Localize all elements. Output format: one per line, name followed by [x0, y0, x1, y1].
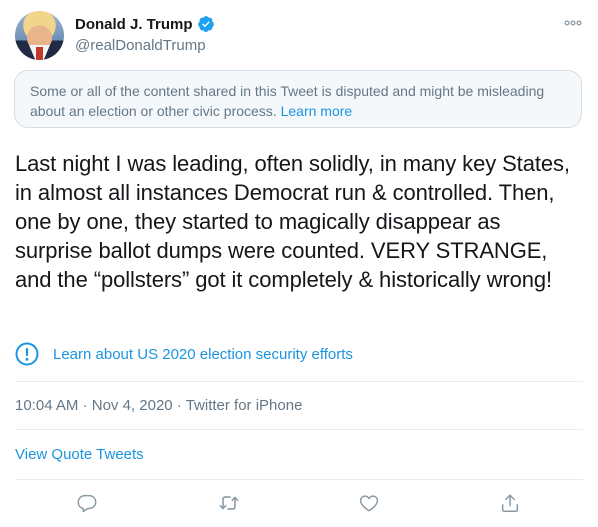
tweet-date[interactable]: Nov 4, 2020: [92, 397, 173, 414]
info-icon: [15, 342, 39, 366]
avatar[interactable]: [15, 11, 64, 60]
divider: [15, 381, 583, 382]
tweet-meta: 10:04 AM · Nov 4, 2020 · Twitter for iPh…: [15, 397, 302, 414]
retweet-icon[interactable]: [218, 492, 240, 514]
disputed-notice: Some or all of the content shared in thi…: [14, 70, 582, 128]
reply-icon[interactable]: [76, 492, 98, 514]
action-bar: [0, 484, 598, 524]
meta-dot: ·: [176, 397, 182, 414]
tweet-source[interactable]: Twitter for iPhone: [186, 397, 303, 414]
tweet-time[interactable]: 10:04 AM: [15, 397, 78, 414]
notice-learn-more-link[interactable]: Learn more: [281, 103, 353, 119]
like-icon[interactable]: [358, 492, 380, 514]
verified-badge-icon: [197, 16, 214, 32]
tweet-text: Last night I was leading, often solidly,…: [15, 151, 570, 292]
view-quote-tweets-link[interactable]: View Quote Tweets: [15, 446, 144, 463]
divider: [15, 479, 583, 480]
misinfo-link-row[interactable]: Learn about US 2020 election security ef…: [15, 342, 353, 366]
author-handle[interactable]: @realDonaldTrump: [75, 37, 206, 54]
divider: [15, 429, 583, 430]
meta-dot: ·: [82, 397, 88, 414]
share-icon[interactable]: [499, 492, 521, 514]
author-name[interactable]: Donald J. Trump: [75, 16, 193, 33]
more-icon[interactable]: [564, 14, 582, 32]
tweet: Donald J. Trump @realDonaldTrump Some or…: [0, 0, 598, 527]
author-row: Donald J. Trump: [75, 15, 215, 33]
misinfo-link[interactable]: Learn about US 2020 election security ef…: [53, 346, 353, 363]
